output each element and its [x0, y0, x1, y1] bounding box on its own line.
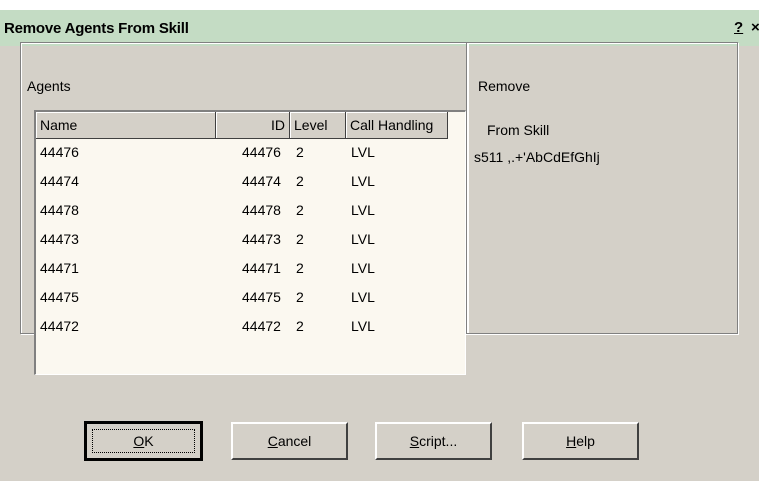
cell-id: 44471 — [242, 260, 281, 276]
table-row[interactable]: 44478 44478 2 LVL — [36, 196, 465, 225]
close-icon[interactable]: × — [751, 19, 759, 36]
column-header-call-handling[interactable]: Call Handling — [346, 112, 448, 139]
column-header-id[interactable]: ID — [216, 112, 290, 139]
cell-name: 44476 — [40, 144, 79, 160]
window-title: Remove Agents From Skill — [4, 20, 189, 37]
cell-name: 44475 — [40, 289, 79, 305]
cell-id: 44476 — [242, 144, 281, 160]
cell-call-handling: LVL — [351, 144, 375, 160]
table-row[interactable]: 44473 44473 2 LVL — [36, 225, 465, 254]
cell-call-handling: LVL — [351, 231, 375, 247]
script-mnemonic: S — [409, 433, 420, 449]
cell-level: 2 — [296, 202, 304, 218]
cell-level: 2 — [296, 144, 304, 160]
table-row[interactable]: 44471 44471 2 LVL — [36, 254, 465, 283]
agents-group-label: Agents — [25, 78, 73, 94]
script-button[interactable]: Script... — [375, 422, 492, 460]
cell-level: 2 — [296, 260, 304, 276]
help-label-rest: elp — [576, 433, 595, 449]
cancel-mnemonic: C — [267, 433, 278, 449]
cell-name: 44471 — [40, 260, 79, 276]
remove-group-label: Remove — [476, 78, 533, 94]
cell-id: 44474 — [242, 173, 281, 189]
cell-call-handling: LVL — [351, 289, 375, 305]
cell-name: 44473 — [40, 231, 79, 247]
cell-call-handling: LVL — [351, 318, 375, 334]
cell-level: 2 — [296, 173, 304, 189]
script-label-rest: cript... — [419, 433, 458, 449]
table-row[interactable]: 44475 44475 2 LVL — [36, 283, 465, 312]
column-header-level[interactable]: Level — [290, 112, 346, 139]
cell-id: 44478 — [242, 202, 281, 218]
help-mnemonic: H — [566, 433, 577, 449]
ok-button[interactable]: OK — [84, 421, 203, 461]
help-question-icon[interactable]: ? — [734, 19, 743, 36]
column-header-name[interactable]: Name — [36, 112, 216, 139]
cell-name: 44474 — [40, 173, 79, 189]
agents-list[interactable]: Name ID Level Call Handling 44476 44476 … — [34, 110, 466, 375]
cell-id: 44472 — [242, 318, 281, 334]
cell-name: 44478 — [40, 202, 79, 218]
list-header: Name ID Level Call Handling — [36, 112, 465, 141]
table-row[interactable]: 44472 44472 2 LVL — [36, 312, 465, 341]
from-skill-label: From Skill — [487, 122, 550, 138]
title-bar: Remove Agents From Skill ? × — [0, 0, 759, 46]
cell-id: 44475 — [242, 289, 281, 305]
cancel-label-rest: ancel — [277, 433, 312, 449]
focus-rectangle — [92, 429, 195, 453]
table-row[interactable]: 44474 44474 2 LVL — [36, 167, 465, 196]
table-row[interactable]: 44476 44476 2 LVL — [36, 138, 465, 167]
cell-call-handling: LVL — [351, 260, 375, 276]
cell-id: 44473 — [242, 231, 281, 247]
help-button[interactable]: Help — [522, 422, 639, 460]
cell-level: 2 — [296, 231, 304, 247]
title-bar-top-edge — [0, 0, 759, 10]
cell-level: 2 — [296, 318, 304, 334]
cancel-button[interactable]: Cancel — [231, 422, 348, 460]
cell-level: 2 — [296, 289, 304, 305]
cell-name: 44472 — [40, 318, 79, 334]
cell-call-handling: LVL — [351, 173, 375, 189]
skill-name-value: s511 ,.+'AbCdEfGhIj — [474, 149, 600, 165]
cell-call-handling: LVL — [351, 202, 375, 218]
